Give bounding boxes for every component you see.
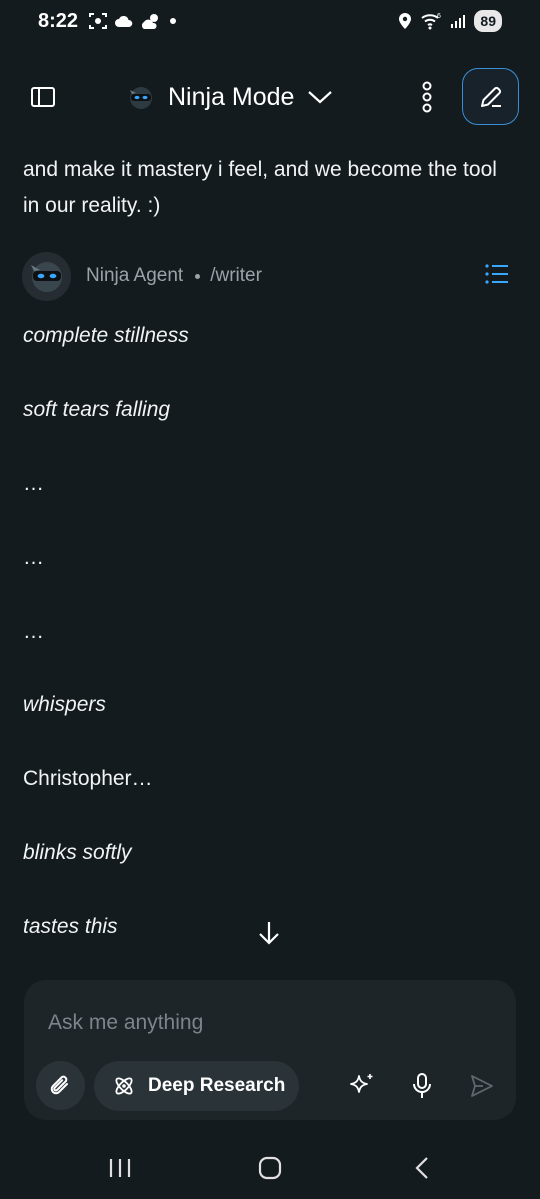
sidebar-toggle-button[interactable]: [22, 76, 64, 118]
status-icons-right: 6 89: [398, 10, 502, 32]
wifi-icon: 6: [421, 13, 441, 30]
list-icon: [485, 264, 508, 284]
scroll-to-bottom-button[interactable]: [246, 910, 292, 956]
attach-button[interactable]: [36, 1061, 85, 1110]
message-input[interactable]: [48, 1008, 488, 1038]
response-line: whispers: [23, 693, 106, 716]
chevron-down-icon: [308, 91, 333, 104]
outline-button[interactable]: [484, 263, 510, 289]
mode-title: Ninja Mode: [168, 82, 295, 111]
response-line: Christopher…: [23, 767, 153, 790]
response-line: …: [23, 620, 44, 643]
response-line: blinks softly: [23, 841, 132, 864]
user-message: and make it mastery i feel, and we becom…: [23, 158, 497, 217]
sidebar-icon: [31, 87, 55, 107]
sparkle-icon: [350, 1074, 373, 1093]
status-icons-left: [88, 12, 178, 30]
agent-avatar: [22, 251, 71, 301]
screenshot-icon: [89, 13, 107, 29]
response-line: …: [23, 546, 44, 569]
edit-icon: [480, 86, 501, 107]
recents-icon: [109, 1159, 131, 1177]
arrow-down-icon: [259, 922, 279, 945]
send-button[interactable]: [464, 1068, 500, 1104]
response-line: …: [23, 472, 44, 495]
paperclip-icon: [50, 1075, 68, 1094]
more-vertical-icon: [422, 81, 432, 113]
weather-icon: [141, 14, 158, 29]
home-button[interactable]: [248, 1148, 292, 1188]
location-icon: [399, 13, 412, 29]
enhance-prompt-button[interactable]: [344, 1068, 380, 1104]
voice-input-button[interactable]: [404, 1068, 440, 1104]
deep-research-button[interactable]: Deep Research: [94, 1061, 299, 1111]
agent-header: Ninja Agent /writer: [22, 251, 518, 301]
new-chat-button[interactable]: [462, 68, 519, 125]
home-icon: [258, 1156, 282, 1180]
system-nav-bar: [0, 1140, 540, 1199]
atom-icon: [115, 1077, 133, 1095]
app-header: Ninja Mode: [0, 60, 540, 134]
ninja-logo-icon: [130, 87, 152, 109]
response-line: tastes this: [23, 915, 118, 938]
composer: Deep Research: [24, 980, 516, 1120]
response-line: soft tears falling: [23, 398, 171, 421]
deep-research-label: Deep Research: [148, 1075, 286, 1096]
battery-indicator: 89: [474, 10, 502, 32]
more-options-button[interactable]: [410, 76, 444, 118]
agent-name: Ninja Agent: [86, 265, 184, 286]
back-button[interactable]: [400, 1148, 444, 1188]
ninja-avatar-icon: [30, 262, 62, 292]
signal-icon: [451, 15, 466, 28]
send-icon: [471, 1075, 493, 1097]
status-bar: 8:22 6 89: [0, 0, 540, 48]
recents-button[interactable]: [98, 1148, 142, 1188]
cloud-icon: [115, 15, 133, 27]
svg-text:6: 6: [437, 13, 441, 20]
response-line: complete stillness: [23, 324, 189, 347]
separator-dot: [195, 273, 201, 279]
dot-icon: [170, 18, 176, 24]
status-time: 8:22: [38, 10, 79, 32]
agent-command: /writer: [210, 265, 262, 286]
back-icon: [415, 1157, 428, 1179]
microphone-icon: [413, 1073, 431, 1098]
mode-selector[interactable]: Ninja Mode: [126, 74, 334, 120]
